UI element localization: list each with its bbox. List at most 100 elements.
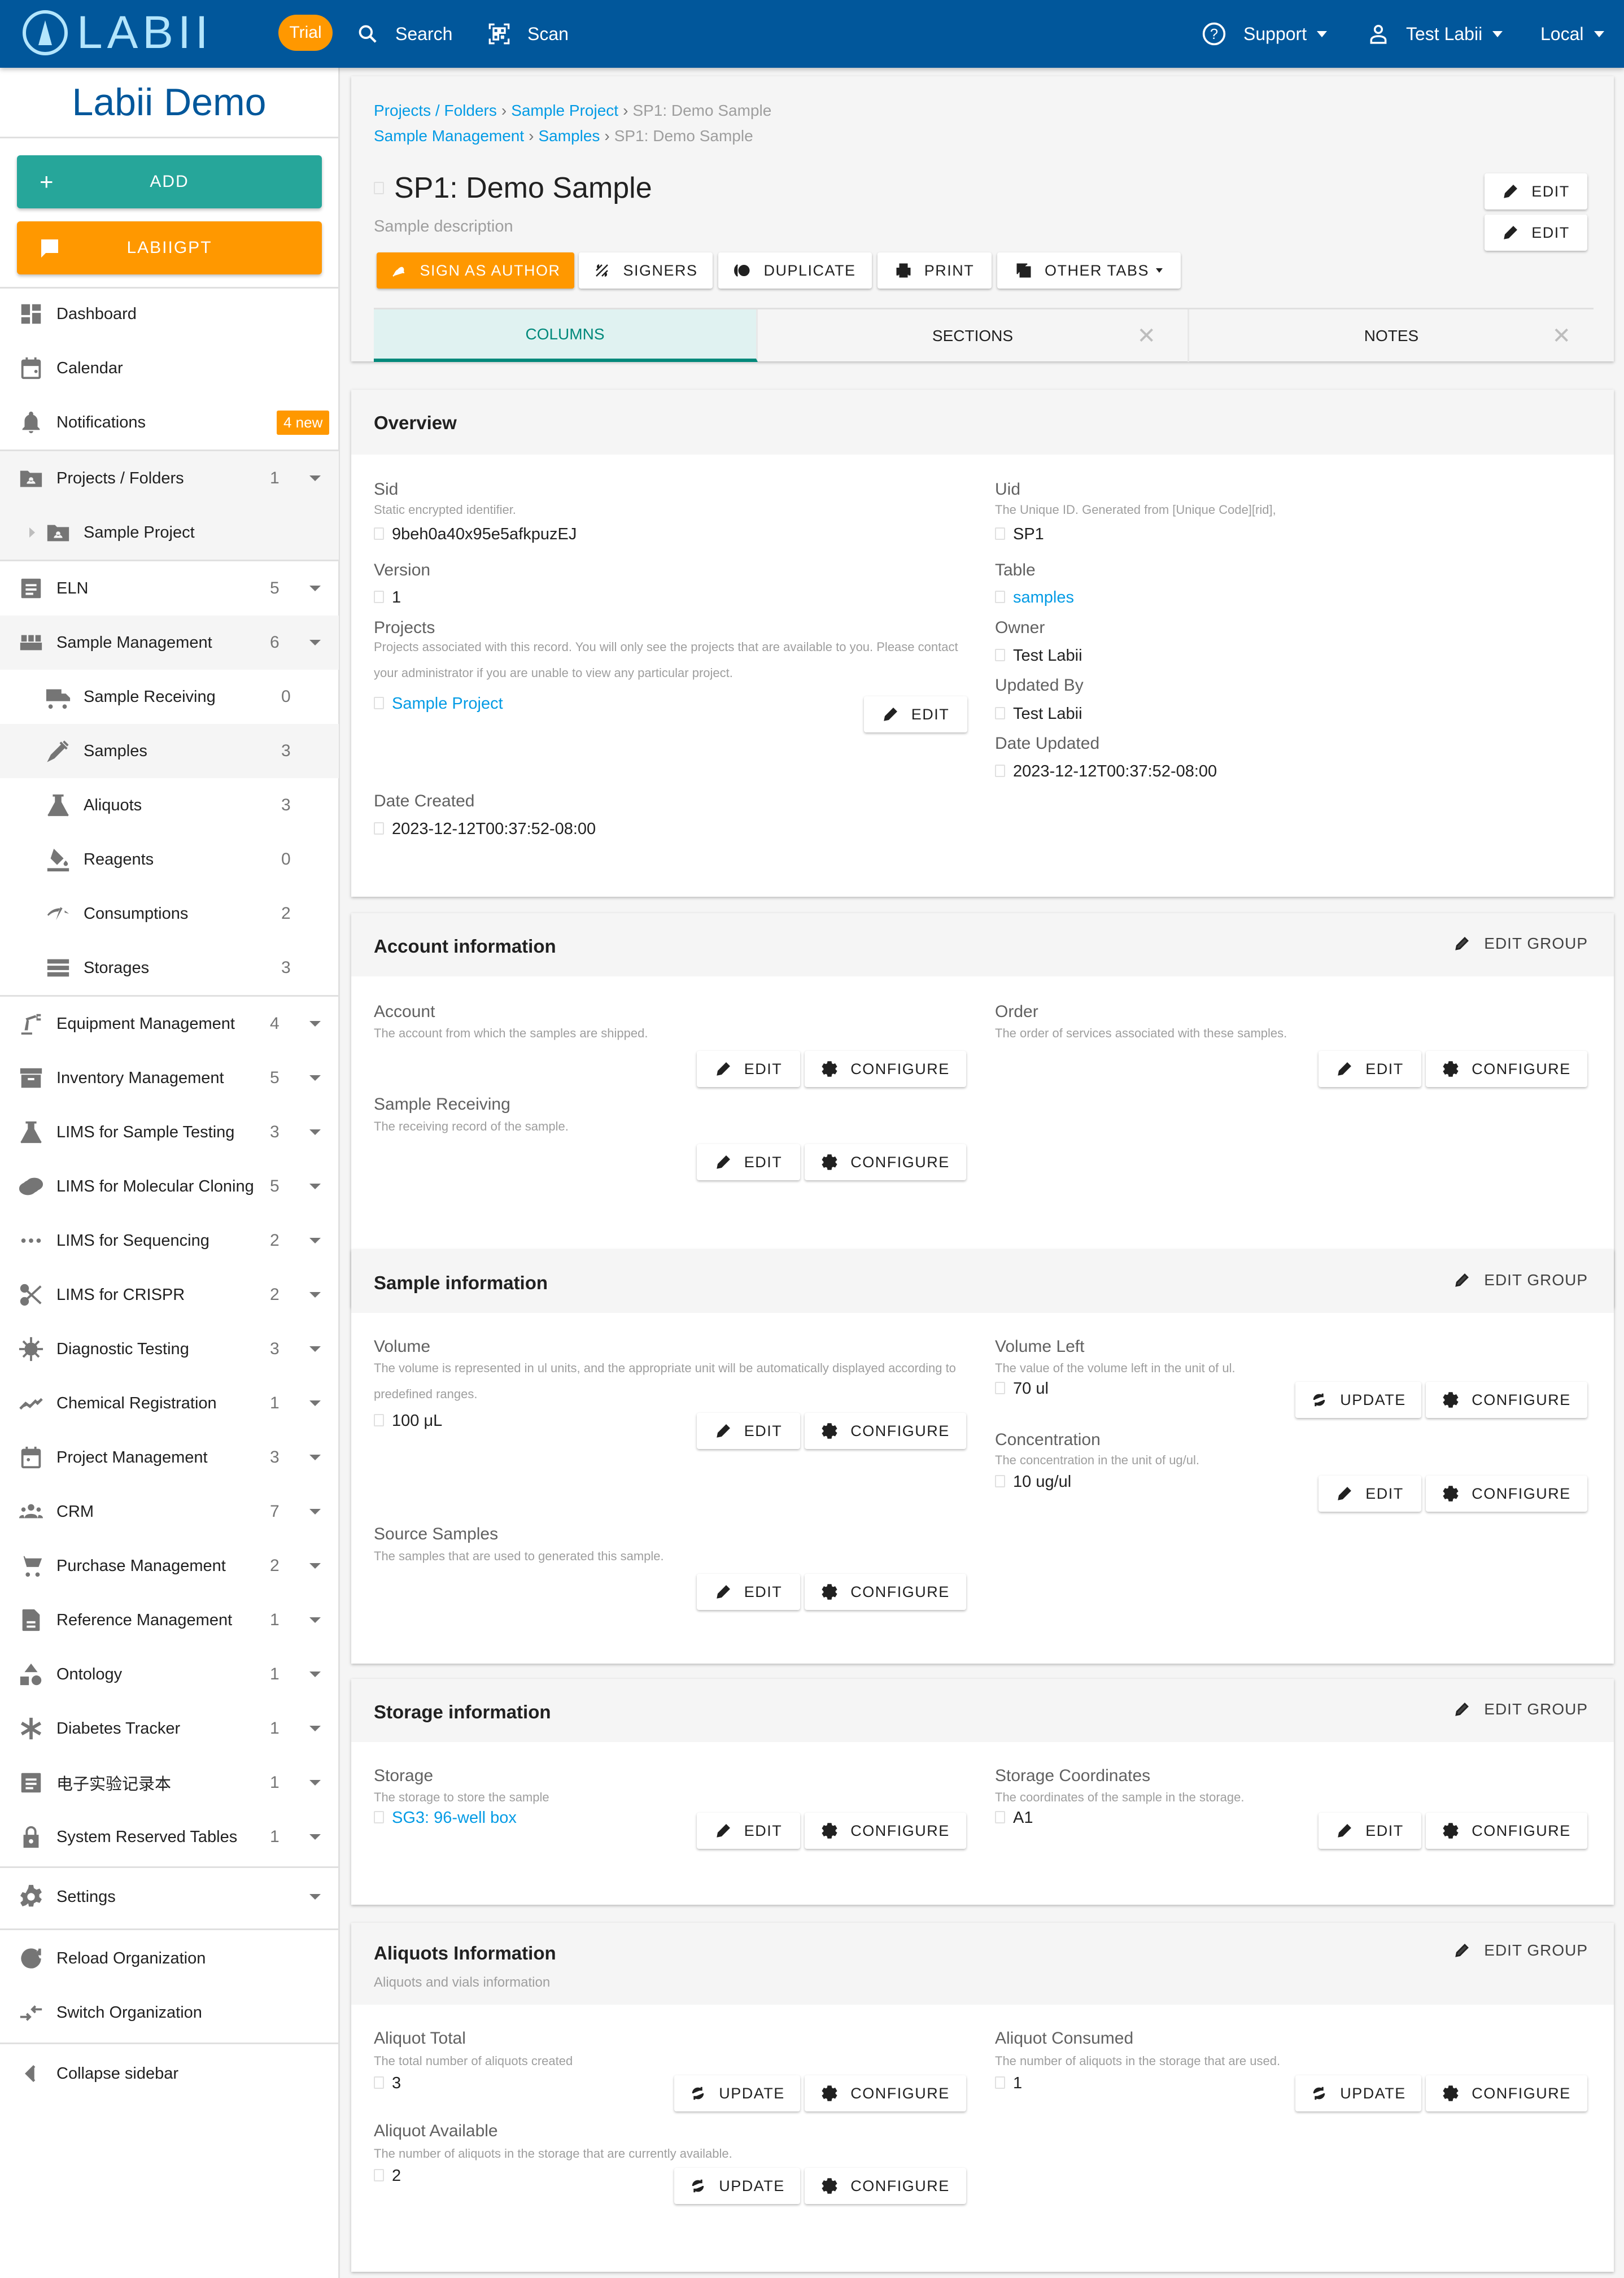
copy-icon[interactable] [374, 2169, 384, 2181]
configure-volume-button[interactable]: CONFIGURE [805, 1413, 966, 1449]
duplicate-button[interactable]: DUPLICATE [718, 252, 872, 289]
copy-icon[interactable] [374, 591, 384, 603]
chevron-down-icon[interactable] [309, 475, 321, 481]
support-menu[interactable]: ? Support [1202, 0, 1328, 68]
sidebar-collapse-button[interactable]: Collapse sidebar [0, 2046, 339, 2101]
sidebar-item-equipment-management[interactable]: Equipment Management 4 [0, 997, 339, 1051]
chevron-down-icon[interactable] [309, 1455, 321, 1460]
table-link[interactable]: samples [1013, 588, 1074, 607]
chevron-down-icon[interactable] [309, 1021, 321, 1027]
print-button[interactable]: PRINT [878, 252, 992, 289]
configure-concentration-button[interactable]: CONFIGURE [1426, 1476, 1587, 1512]
configure-sample-receiving-button[interactable]: CONFIGURE [805, 1144, 966, 1180]
sidebar-item-consumptions[interactable]: Consumptions 2 [0, 887, 339, 941]
copy-icon[interactable] [374, 182, 384, 194]
copy-icon[interactable] [374, 2076, 384, 2089]
update-volume-left-button[interactable]: UPDATE [1295, 1382, 1421, 1418]
sidebar-item-reagents[interactable]: Reagents 0 [0, 832, 339, 887]
chevron-down-icon[interactable] [309, 1238, 321, 1243]
copy-icon[interactable] [995, 1475, 1005, 1487]
edit-projects-button[interactable]: EDIT [864, 696, 967, 732]
user-menu[interactable]: Test Labii [1368, 0, 1503, 68]
sidebar-item-ontology[interactable]: Ontology 1 [0, 1647, 339, 1701]
sidebar-item-lims-sample-testing[interactable]: LIMS for Sample Testing 3 [0, 1105, 339, 1159]
edit-order-button[interactable]: EDIT [1319, 1051, 1421, 1087]
configure-storage-coordinates-button[interactable]: CONFIGURE [1426, 1813, 1587, 1849]
sidebar-item-notifications[interactable]: Notifications 4 new [0, 395, 339, 450]
chevron-down-icon[interactable] [309, 1292, 321, 1298]
chevron-down-icon[interactable] [309, 1400, 321, 1406]
copy-icon[interactable] [995, 707, 1005, 719]
sidebar-item-calendar[interactable]: Calendar [0, 341, 339, 395]
chevron-down-icon[interactable] [309, 1563, 321, 1569]
sidebar-item-project-management[interactable]: Project Management 3 [0, 1430, 339, 1485]
sidebar-item-chemical-registration[interactable]: Chemical Registration 1 [0, 1376, 339, 1430]
chevron-down-icon[interactable] [309, 1346, 321, 1352]
chevron-down-icon[interactable] [309, 1129, 321, 1135]
sidebar-item-diabetes-tracker[interactable]: Diabetes Tracker 1 [0, 1701, 339, 1756]
copy-icon[interactable] [374, 1811, 384, 1823]
tab-sections[interactable]: SECTIONS ✕ [758, 309, 1189, 362]
sidebar-item-aliquots[interactable]: Aliquots 3 [0, 778, 339, 832]
sidebar-item-crm[interactable]: CRM 7 [0, 1485, 339, 1539]
close-icon[interactable]: ✕ [1137, 323, 1156, 349]
tab-columns[interactable]: COLUMNS [374, 309, 758, 362]
sidebar-item-system-reserved-tables[interactable]: System Reserved Tables 1 [0, 1810, 339, 1864]
update-aliquot-consumed-button[interactable]: UPDATE [1295, 2075, 1421, 2111]
configure-aliquot-total-button[interactable]: CONFIGURE [805, 2075, 966, 2111]
copy-icon[interactable] [995, 765, 1005, 777]
edit-group-button[interactable]: EDIT GROUP [1453, 1271, 1588, 1289]
breadcrumb-link[interactable]: Sample Project [511, 102, 618, 119]
edit-group-button[interactable]: EDIT GROUP [1453, 1700, 1588, 1718]
chevron-down-icon[interactable] [309, 1780, 321, 1786]
copy-icon[interactable] [374, 1414, 384, 1426]
tab-notes[interactable]: NOTES ✕ [1189, 309, 1594, 362]
labiigpt-button[interactable]: LABIIGPT [17, 221, 322, 274]
copy-icon[interactable] [374, 527, 384, 540]
trial-badge[interactable]: Trial [278, 15, 333, 51]
chevron-down-icon[interactable] [309, 1184, 321, 1189]
storage-link[interactable]: SG3: 96-well box [392, 1809, 517, 1827]
configure-order-button[interactable]: CONFIGURE [1426, 1051, 1587, 1087]
sidebar-item-lims-crispr[interactable]: LIMS for CRISPR 2 [0, 1268, 339, 1322]
edit-storage-button[interactable]: EDIT [697, 1813, 800, 1849]
copy-icon[interactable] [995, 591, 1005, 603]
copy-icon[interactable] [995, 1382, 1005, 1394]
breadcrumb-link[interactable]: Projects / Folders [374, 102, 497, 119]
chevron-down-icon[interactable] [309, 1672, 321, 1677]
sidebar-item-dashboard[interactable]: Dashboard [0, 287, 339, 341]
copy-icon[interactable] [374, 822, 384, 835]
labii-logo[interactable]: LABII [23, 10, 213, 56]
chevron-down-icon[interactable] [309, 586, 321, 591]
chevron-down-icon[interactable] [309, 640, 321, 645]
edit-title-button[interactable]: EDIT [1485, 173, 1587, 210]
breadcrumb-link[interactable]: Sample Management [374, 127, 524, 145]
chevron-down-icon[interactable] [309, 1894, 321, 1900]
edit-volume-button[interactable]: EDIT [697, 1413, 800, 1449]
edit-account-button[interactable]: EDIT [697, 1051, 800, 1087]
chevron-down-icon[interactable] [309, 1617, 321, 1623]
edit-description-button[interactable]: EDIT [1485, 215, 1587, 251]
sidebar-item-reference-management[interactable]: Reference Management 1 [0, 1593, 339, 1647]
sidebar-item-samples[interactable]: Samples 3 [0, 724, 339, 778]
edit-group-button[interactable]: EDIT GROUP [1453, 1941, 1588, 1960]
signers-button[interactable]: SIGNERS [579, 252, 713, 289]
chevron-down-icon[interactable] [309, 1509, 321, 1515]
sidebar-item-inventory-management[interactable]: Inventory Management 5 [0, 1051, 339, 1105]
sidebar-item-purchase-management[interactable]: Purchase Management 2 [0, 1539, 339, 1593]
configure-aliquot-available-button[interactable]: CONFIGURE [805, 2168, 966, 2204]
edit-concentration-button[interactable]: EDIT [1319, 1476, 1421, 1512]
copy-icon[interactable] [374, 697, 384, 709]
configure-aliquot-consumed-button[interactable]: CONFIGURE [1426, 2075, 1587, 2111]
update-aliquot-available-button[interactable]: UPDATE [674, 2168, 800, 2204]
sidebar-item-sample-management[interactable]: Sample Management 6 [0, 616, 339, 670]
sidebar-item-chinese-eln[interactable]: 电子实验记录本 1 [0, 1756, 339, 1810]
sidebar-item-storages[interactable]: Storages 3 [0, 941, 339, 995]
sidebar-item-reload-organization[interactable]: Reload Organization [0, 1931, 339, 1985]
other-tabs-button[interactable]: OTHER TABS [997, 252, 1181, 289]
edit-storage-coordinates-button[interactable]: EDIT [1319, 1813, 1421, 1849]
sidebar-item-eln[interactable]: ELN 5 [0, 561, 339, 616]
add-button[interactable]: + ADD [17, 155, 322, 208]
scan-button[interactable]: Scan [488, 0, 569, 68]
edit-sample-receiving-button[interactable]: EDIT [697, 1144, 800, 1180]
